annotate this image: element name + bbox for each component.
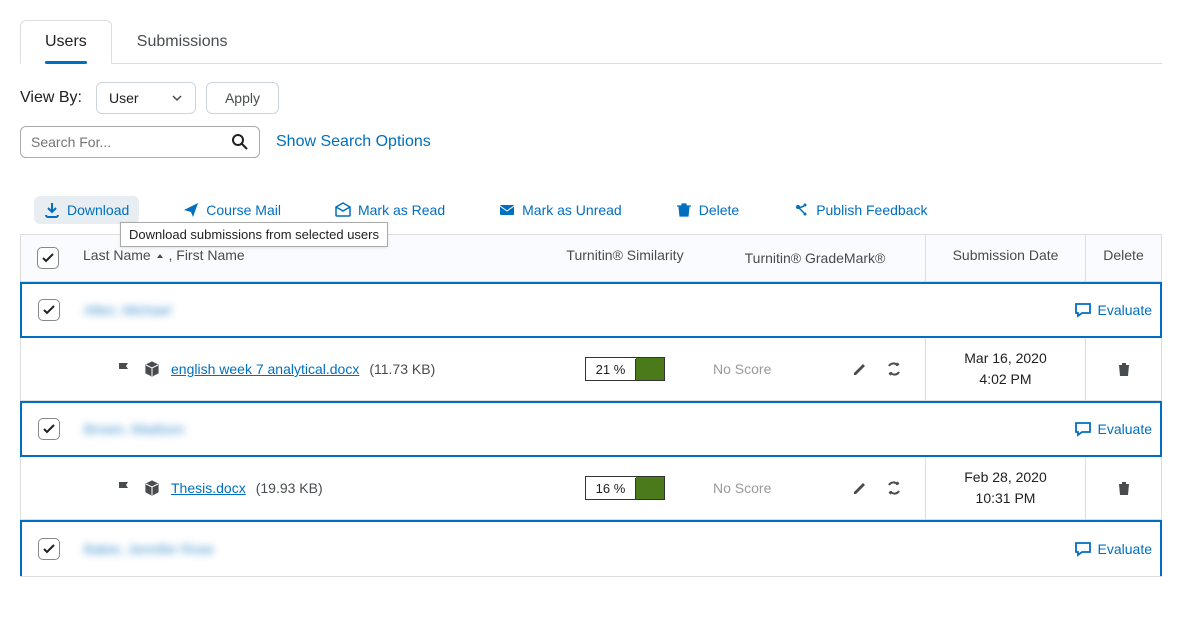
delete-action[interactable]: Delete bbox=[666, 196, 749, 224]
course-mail-action[interactable]: Course Mail bbox=[173, 196, 291, 224]
delete-label: Delete bbox=[699, 202, 739, 218]
evaluate-link[interactable]: Evaluate bbox=[1074, 540, 1152, 558]
trash-icon[interactable] bbox=[1115, 479, 1133, 497]
view-by-select[interactable]: User bbox=[96, 82, 196, 114]
search-icon[interactable] bbox=[231, 133, 249, 151]
show-search-options-link[interactable]: Show Search Options bbox=[276, 133, 431, 151]
refresh-icon[interactable] bbox=[885, 479, 903, 497]
send-icon bbox=[183, 202, 199, 218]
edit-icon[interactable] bbox=[851, 479, 869, 497]
user-row: Baker, Jennifer Rose Evaluate bbox=[20, 520, 1162, 576]
mail-open-icon bbox=[335, 202, 351, 218]
comment-icon bbox=[1074, 301, 1092, 319]
file-link[interactable]: english week 7 analytical.docx bbox=[171, 361, 359, 377]
tab-submissions[interactable]: Submissions bbox=[112, 20, 253, 63]
evaluate-label: Evaluate bbox=[1098, 541, 1152, 557]
file-size: (11.73 KB) bbox=[369, 361, 435, 377]
user-row: Brown, Madison Evaluate bbox=[20, 401, 1162, 457]
search-box bbox=[20, 126, 260, 158]
col-header-date[interactable]: Submission Date bbox=[925, 235, 1085, 281]
publish-feedback-label: Publish Feedback bbox=[816, 202, 927, 218]
publish-feedback-action[interactable]: Publish Feedback bbox=[783, 196, 937, 224]
similarity-badge[interactable]: 16 % bbox=[585, 476, 666, 500]
publish-icon bbox=[793, 202, 809, 218]
trash-icon[interactable] bbox=[1115, 360, 1133, 378]
comment-icon bbox=[1074, 540, 1092, 558]
course-mail-label: Course Mail bbox=[206, 202, 281, 218]
file-size: (19.93 KB) bbox=[256, 480, 323, 496]
filter-bar: View By: User Apply bbox=[20, 82, 1162, 114]
row-checkbox[interactable] bbox=[38, 538, 60, 560]
mark-read-action[interactable]: Mark as Read bbox=[325, 196, 455, 224]
select-all-checkbox[interactable] bbox=[37, 247, 59, 269]
sort-asc-icon bbox=[155, 251, 165, 261]
evaluate-label: Evaluate bbox=[1098, 421, 1152, 437]
submission-date: Mar 16, 20204:02 PM bbox=[934, 348, 1077, 390]
mark-unread-action[interactable]: Mark as Unread bbox=[489, 196, 632, 224]
user-row: Allen, Michael Evaluate bbox=[20, 282, 1162, 338]
submission-row: english week 7 analytical.docx (11.73 KB… bbox=[21, 338, 1161, 401]
download-action[interactable]: Download bbox=[34, 196, 139, 224]
grademark-score: No Score bbox=[713, 361, 771, 377]
evaluate-link[interactable]: Evaluate bbox=[1074, 301, 1152, 319]
grademark-score: No Score bbox=[713, 480, 771, 496]
mark-read-label: Mark as Read bbox=[358, 202, 445, 218]
search-input[interactable] bbox=[31, 134, 231, 150]
trash-icon bbox=[676, 202, 692, 218]
col-lastname-label: Last Name bbox=[83, 247, 151, 263]
edit-icon[interactable] bbox=[851, 360, 869, 378]
submission-row: Thesis.docx (19.93 KB) 16 % No Score Feb… bbox=[21, 457, 1161, 520]
flag-icon[interactable] bbox=[115, 479, 133, 497]
bulk-actions: Download Course Mail Mark as Read Mark a… bbox=[20, 186, 1162, 234]
document-icon bbox=[143, 360, 161, 378]
col-header-similarity: Turnitin® Similarity bbox=[545, 235, 705, 281]
student-name[interactable]: Baker, Jennifer Rose bbox=[84, 541, 214, 557]
download-label: Download bbox=[67, 202, 129, 218]
similarity-color bbox=[636, 477, 664, 499]
download-icon bbox=[44, 202, 60, 218]
comment-icon bbox=[1074, 420, 1092, 438]
student-name[interactable]: Allen, Michael bbox=[84, 302, 171, 318]
view-by-label: View By: bbox=[20, 89, 82, 107]
submissions-table: Last Name , First Name Turnitin® Similar… bbox=[20, 234, 1162, 577]
tab-users[interactable]: Users bbox=[20, 20, 112, 64]
download-tooltip: Download submissions from selected users bbox=[120, 222, 388, 247]
similarity-badge[interactable]: 21 % bbox=[585, 357, 666, 381]
refresh-icon[interactable] bbox=[885, 360, 903, 378]
mark-unread-label: Mark as Unread bbox=[522, 202, 622, 218]
col-header-delete: Delete bbox=[1085, 235, 1161, 281]
view-by-value: User bbox=[109, 90, 139, 106]
col-header-grademark: Turnitin® GradeMark® bbox=[705, 235, 925, 281]
file-link[interactable]: Thesis.docx bbox=[171, 480, 246, 496]
submission-date: Feb 28, 202010:31 PM bbox=[934, 467, 1077, 509]
document-icon bbox=[143, 479, 161, 497]
apply-button[interactable]: Apply bbox=[206, 82, 279, 114]
row-checkbox[interactable] bbox=[38, 418, 60, 440]
evaluate-label: Evaluate bbox=[1098, 302, 1152, 318]
similarity-percent: 21 % bbox=[586, 359, 637, 380]
chevron-down-icon bbox=[171, 92, 183, 104]
similarity-color bbox=[636, 358, 664, 380]
tabs: Users Submissions bbox=[20, 20, 1162, 64]
row-checkbox[interactable] bbox=[38, 299, 60, 321]
similarity-percent: 16 % bbox=[586, 478, 637, 499]
search-row: Show Search Options bbox=[20, 126, 1162, 158]
col-firstname-label: , First Name bbox=[168, 247, 244, 263]
student-name[interactable]: Brown, Madison bbox=[84, 421, 184, 437]
flag-icon[interactable] bbox=[115, 360, 133, 378]
mail-icon bbox=[499, 202, 515, 218]
evaluate-link[interactable]: Evaluate bbox=[1074, 420, 1152, 438]
